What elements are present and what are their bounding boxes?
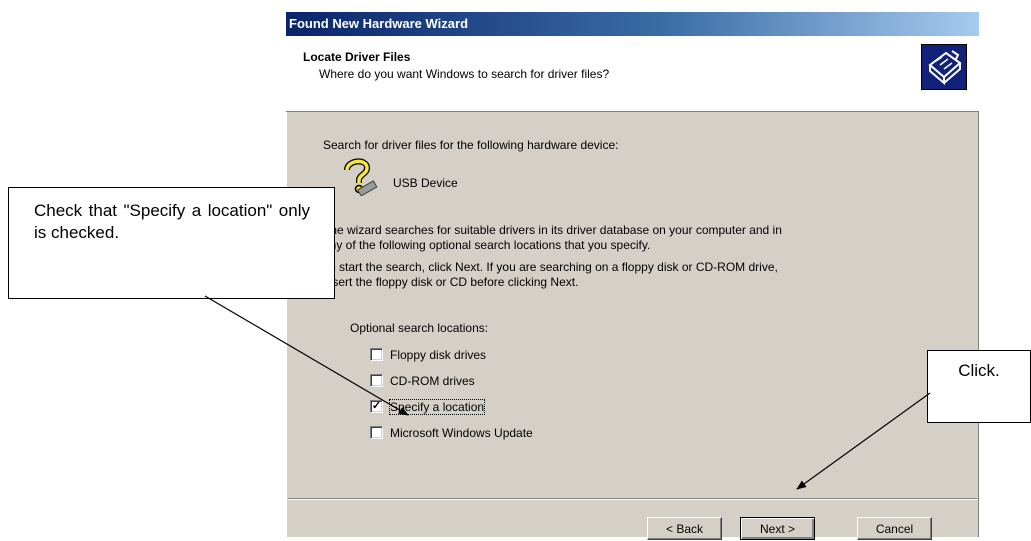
arrow-to-next-button [796,392,931,490]
callout-arrows [204,295,931,490]
arrow-to-specify-location [204,295,409,416]
